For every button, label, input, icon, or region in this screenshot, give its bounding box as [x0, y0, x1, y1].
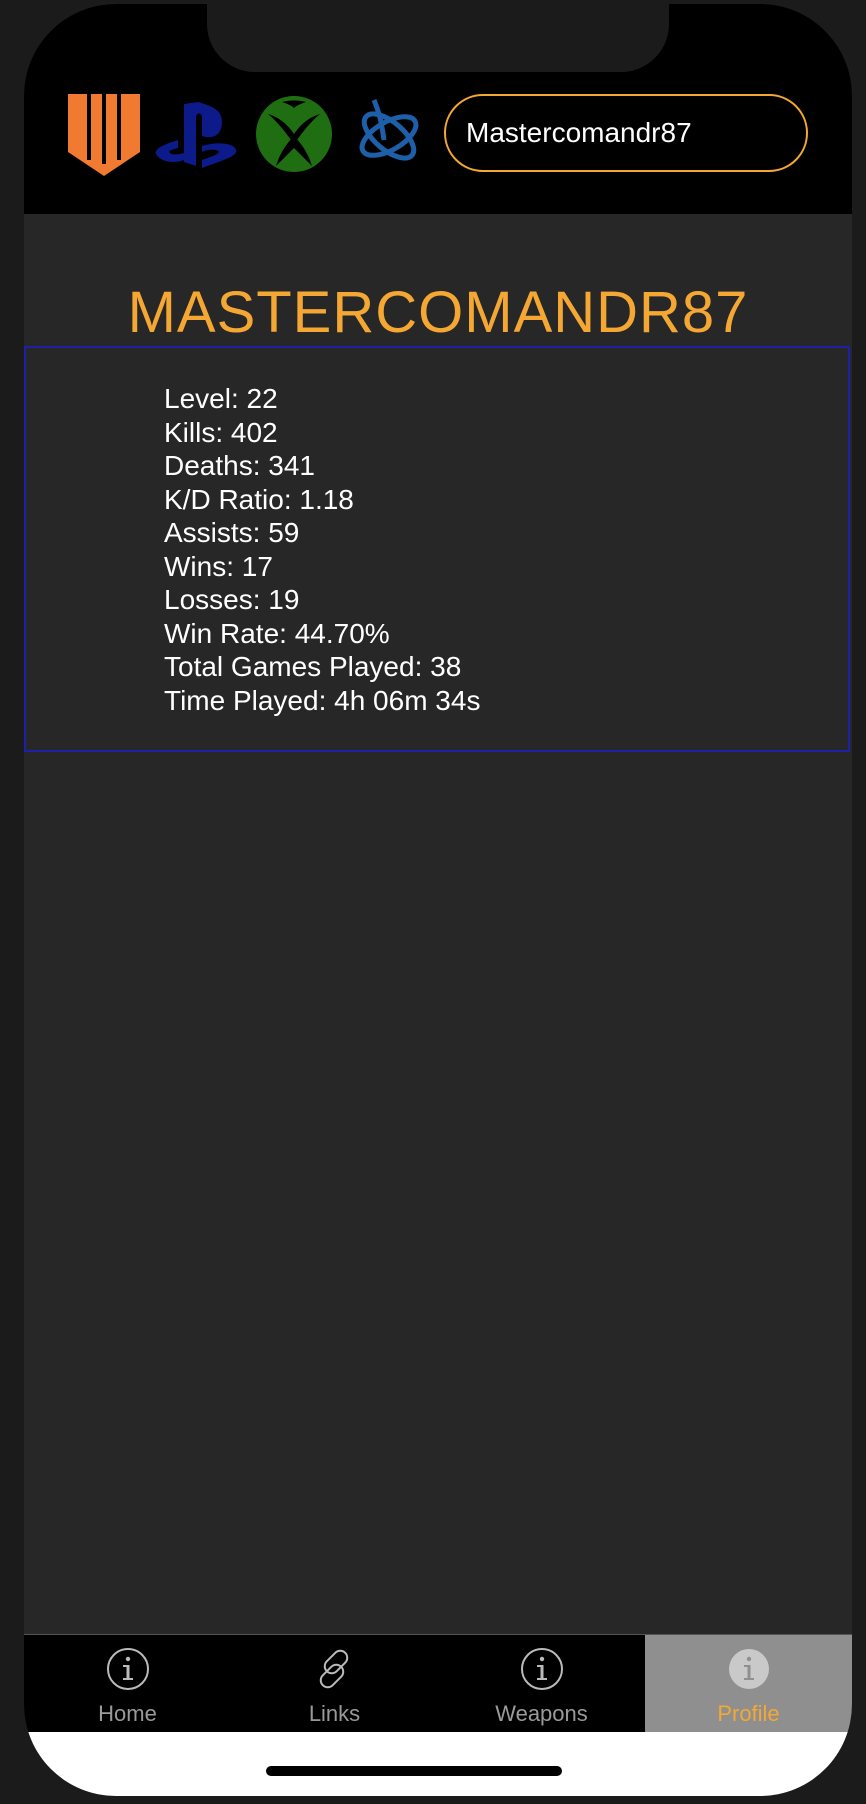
tab-links[interactable]: Links	[231, 1635, 438, 1733]
stat-time-played: Time Played: 4h 06m 34s	[164, 684, 481, 716]
link-icon	[319, 1649, 349, 1689]
tab-links-label: Links	[308, 1701, 361, 1726]
xbox-logo[interactable]	[254, 94, 334, 174]
tab-home-label: Home	[98, 1701, 157, 1726]
app-screen: MASTERCOMANDR87 Level: 22 Kills: 402 Dea…	[24, 4, 852, 1796]
home-indicator[interactable]	[266, 1766, 562, 1776]
stat-assists: Assists: 59	[164, 517, 300, 548]
tab-weapons-label: Weapons	[495, 1701, 588, 1726]
stat-losses: Losses: 19	[164, 584, 300, 615]
stat-win-rate: Win Rate: 44.70%	[164, 617, 390, 649]
stat-kills: Kills: 402	[164, 416, 278, 448]
stat-level: Level: 22	[164, 383, 278, 414]
profile-title: MASTERCOMANDR87	[127, 280, 749, 345]
tab-profile[interactable]: Profile	[645, 1635, 852, 1733]
tab-weapons[interactable]: Weapons	[438, 1635, 645, 1733]
black-ops-4-logo[interactable]	[64, 94, 144, 176]
stats-list: Level: 22 Kills: 402 Deaths: 341 K/D Rat…	[164, 382, 480, 717]
battle-net-logo[interactable]	[354, 94, 424, 174]
tab-profile-label: Profile	[717, 1701, 780, 1726]
info-icon	[729, 1649, 769, 1689]
playstation-logo[interactable]	[154, 102, 238, 170]
stat-deaths: Deaths: 341	[164, 450, 315, 481]
stat-wins: Wins: 17	[164, 550, 273, 582]
device-frame: MASTERCOMANDR87 Level: 22 Kills: 402 Dea…	[0, 0, 866, 1804]
info-icon	[107, 1648, 149, 1690]
safe-area-bottom	[24, 1732, 852, 1796]
device-notch	[207, 4, 669, 72]
tab-home[interactable]: Home	[24, 1635, 231, 1733]
stat-total-games: Total Games Played: 38	[164, 651, 462, 682]
tab-bar: Home Links Weapons Profile	[24, 1634, 852, 1733]
stats-panel: Level: 22 Kills: 402 Deaths: 341 K/D Rat…	[24, 346, 850, 752]
stat-kd-ratio: K/D Ratio: 1.18	[164, 483, 354, 515]
gamertag-search-input[interactable]	[444, 94, 808, 172]
info-icon	[521, 1648, 563, 1690]
